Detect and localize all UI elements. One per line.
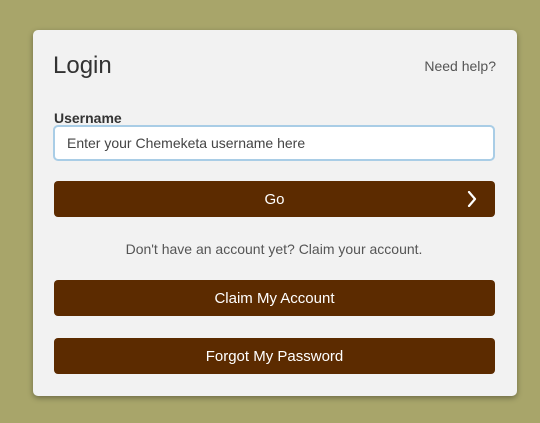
go-button[interactable]: Go [54,181,495,217]
claim-account-prompt: Don't have an account yet? Claim your ac… [125,241,423,257]
go-button-label: Go [264,190,285,208]
need-help-link[interactable]: Need help? [424,58,496,74]
chevron-right-icon [467,191,477,207]
username-input-wrapper [53,125,495,161]
username-label: Username [54,110,122,126]
forgot-password-button[interactable]: Forgot My Password [54,338,495,374]
username-input[interactable] [53,125,495,161]
login-header: Login Need help? [53,52,496,86]
page-title: Login [53,52,112,79]
login-card: Login Need help? Username Go Don't have … [33,30,517,396]
claim-account-button[interactable]: Claim My Account [54,280,495,316]
